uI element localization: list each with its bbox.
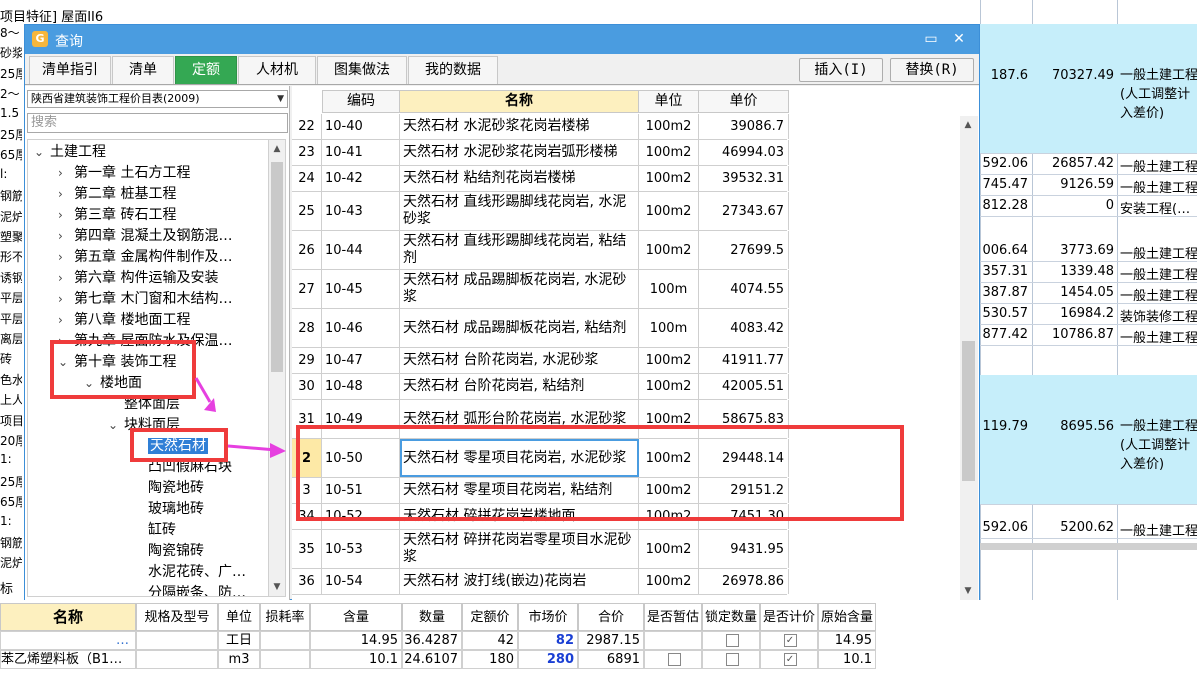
material-cell xyxy=(136,650,218,669)
checkbox[interactable] xyxy=(667,653,681,666)
material-header[interactable]: 市场价 xyxy=(518,603,578,631)
material-cell: 2987.15 xyxy=(578,631,644,650)
material-cell[interactable]: 苯乙烯塑料板（B1… xyxy=(0,650,136,669)
material-cell: 42 xyxy=(462,631,518,650)
checkbox[interactable] xyxy=(725,634,739,647)
checkbox[interactable] xyxy=(725,653,739,666)
material-cell: ✓ xyxy=(760,631,818,650)
material-cell: 工日 xyxy=(218,631,260,650)
material-header[interactable]: 损耗率 xyxy=(260,603,310,631)
material-cell: 82 xyxy=(518,631,578,650)
material-cell xyxy=(702,631,760,650)
material-header[interactable]: 规格及型号 xyxy=(136,603,218,631)
material-cell: 10.1 xyxy=(310,650,402,669)
checkbox[interactable]: ✓ xyxy=(783,634,797,647)
material-cell: ✓ xyxy=(760,650,818,669)
material-cell xyxy=(260,650,310,669)
material-cell: 14.95 xyxy=(310,631,402,650)
material-table: 名称… 苯乙烯塑料板（B1… 规格及型号 单位 工日 m3 损耗率 含量 14.95 10.1 数量… xyxy=(0,603,903,690)
material-cell: 280 xyxy=(518,650,578,669)
material-cell xyxy=(136,631,218,650)
annotation-arrow-head xyxy=(270,443,286,458)
material-header[interactable]: 单位 xyxy=(218,603,260,631)
material-cell: 180 xyxy=(462,650,518,669)
material-cell: m3 xyxy=(218,650,260,669)
annotation-arrows xyxy=(194,377,286,458)
material-cell xyxy=(260,631,310,650)
material-cell xyxy=(644,650,702,669)
checkbox[interactable]: ✓ xyxy=(783,653,797,666)
material-cell: 24.6107 xyxy=(402,650,462,669)
material-header[interactable]: 原始含量 xyxy=(818,603,876,631)
annotation-arrow-line xyxy=(194,377,212,403)
material-header[interactable]: 合价 xyxy=(578,603,644,631)
annotation-arrow-line xyxy=(227,444,277,452)
material-header[interactable]: 数量 xyxy=(402,603,462,631)
material-cell: 6891 xyxy=(578,650,644,669)
material-header[interactable]: 定额价 xyxy=(462,603,518,631)
material-header[interactable]: 含量 xyxy=(310,603,402,631)
material-cell xyxy=(644,631,702,650)
material-header[interactable]: 名称 xyxy=(0,603,136,631)
material-cell[interactable]: … xyxy=(0,631,136,650)
side-label: 标 xyxy=(0,582,14,597)
material-header[interactable]: 是否暂估 xyxy=(644,603,702,631)
material-cell xyxy=(702,650,760,669)
material-header[interactable]: 锁定数量 xyxy=(702,603,760,631)
material-cell: 10.1 xyxy=(818,650,876,669)
material-cell: 14.95 xyxy=(818,631,876,650)
material-cell: 36.4287 xyxy=(402,631,462,650)
material-header[interactable]: 是否计价 xyxy=(760,603,818,631)
